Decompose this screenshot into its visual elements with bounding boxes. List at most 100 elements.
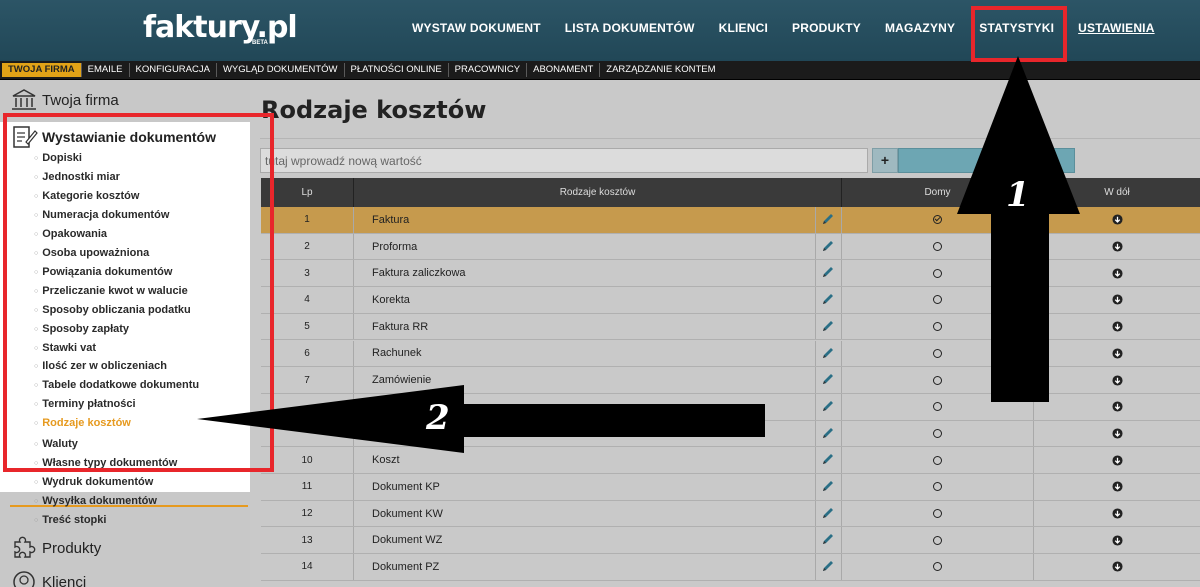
edit-pencil-icon[interactable] (821, 399, 835, 413)
sub-nav-zarzadzanie-kontem[interactable]: ZARZĄDZANIE KONTEM (600, 63, 721, 77)
cell-separator (815, 233, 816, 260)
move-down-icon[interactable] (1111, 268, 1123, 279)
move-down-icon[interactable] (1111, 428, 1123, 439)
move-down-icon[interactable] (1111, 561, 1123, 572)
table-row[interactable]: 4 Korekta (261, 287, 1200, 314)
new-value-input[interactable] (260, 148, 868, 173)
user-icon (13, 571, 35, 587)
top-nav-produkty[interactable]: PRODUKTY (780, 0, 873, 61)
default-radio[interactable] (933, 562, 942, 572)
move-down-icon[interactable] (1111, 401, 1123, 412)
sub-nav-pracownicy[interactable]: PRACOWNICY (449, 63, 528, 77)
cell-default (842, 527, 1034, 554)
cell-move-down (1034, 421, 1200, 447)
cell-name: Faktura zaliczkowa (354, 260, 842, 287)
edit-pencil-icon[interactable] (821, 372, 835, 386)
cost-type-name: Dokument PZ (372, 560, 440, 573)
table-row[interactable]: 3 Faktura zaliczkowa (261, 260, 1200, 288)
sub-nav-konfiguracja[interactable]: KONFIGURACJA (130, 63, 217, 77)
add-button[interactable]: D (898, 148, 1075, 173)
table-row[interactable] (261, 420, 1200, 448)
puzzle-icon (14, 536, 36, 558)
default-radio[interactable] (933, 348, 942, 358)
add-plus-button[interactable]: + (872, 148, 898, 173)
cell-move-down (1034, 447, 1200, 473)
default-radio[interactable] (933, 375, 942, 385)
default-radio[interactable] (933, 482, 942, 492)
edit-pencil-icon[interactable] (821, 346, 835, 360)
sub-nav-twoja-firma[interactable]: TWOJA FIRMA (2, 63, 82, 77)
table-row[interactable]: 6 Rachunek (261, 340, 1200, 368)
table-row[interactable]: 14 Dokument PZ (261, 554, 1200, 581)
move-down-icon[interactable] (1111, 348, 1123, 359)
table-row[interactable]: 2 Proforma (261, 233, 1200, 261)
logo[interactable]: faktury.pl (143, 10, 298, 45)
table-row[interactable]: 1 Faktura (261, 207, 1200, 234)
default-radio[interactable] (933, 268, 942, 278)
sidebar-item-tresc-stopki[interactable]: Treść stopki (34, 514, 106, 526)
sub-nav-platnosci-online[interactable]: PŁATNOŚCI ONLINE (345, 63, 449, 77)
sidebar-item-wysylka-dokumentow[interactable]: Wysyłka dokumentów (34, 495, 157, 507)
header-name: Rodzaje kosztów (354, 178, 842, 207)
default-radio[interactable] (933, 322, 942, 332)
cell-lp: 14 (261, 554, 354, 580)
move-down-icon[interactable] (1111, 374, 1123, 386)
move-down-icon[interactable] (1111, 241, 1123, 252)
sidebar-section-produkty[interactable]: Produkty (10, 536, 101, 560)
table-row[interactable]: 12 Dokument KW (261, 500, 1200, 528)
top-nav-ustawienia[interactable]: USTAWIENIA (1066, 0, 1166, 61)
cell-separator (815, 447, 816, 473)
table-row[interactable]: 7 Zamówienie (261, 367, 1200, 394)
cost-type-name: Zamówienie (372, 374, 432, 387)
move-down-icon[interactable] (1111, 508, 1123, 519)
default-radio[interactable] (933, 215, 942, 225)
move-down-icon[interactable] (1111, 481, 1123, 492)
table-row[interactable]: 11 Dokument KP (261, 474, 1200, 501)
default-radio[interactable] (933, 535, 942, 545)
table-row[interactable] (261, 393, 1200, 421)
top-nav-magazyny[interactable]: MAGAZYNY (873, 0, 967, 61)
logo-beta-badge: BETA (252, 40, 268, 46)
cell-default (842, 340, 1034, 367)
move-down-icon[interactable] (1111, 214, 1123, 225)
default-radio[interactable] (933, 295, 942, 305)
edit-pencil-icon[interactable] (821, 265, 835, 279)
cost-type-name: Dokument KP (372, 480, 440, 493)
edit-pencil-icon[interactable] (821, 319, 835, 333)
sidebar-item-wydruk-dokumentow[interactable]: Wydruk dokumentów (34, 476, 153, 488)
default-radio[interactable] (933, 242, 942, 252)
edit-pencil-icon[interactable] (821, 559, 835, 573)
cell-move-down (1034, 314, 1200, 340)
edit-pencil-icon[interactable] (821, 426, 835, 440)
top-nav-wystaw-dokument[interactable]: WYSTAW DOKUMENT (400, 0, 553, 61)
default-radio[interactable] (933, 455, 942, 465)
edit-pencil-icon[interactable] (821, 479, 835, 493)
cost-type-name: Dokument WZ (372, 534, 443, 547)
table-row[interactable]: 13 Dokument WZ (261, 527, 1200, 555)
move-down-icon[interactable] (1111, 535, 1123, 546)
default-radio[interactable] (933, 509, 942, 519)
cell-default (842, 260, 1034, 287)
sub-nav-wyglad-dokumentow[interactable]: WYGLĄD DOKUMENTÓW (217, 63, 345, 77)
annotation-box-sidebar (3, 113, 274, 472)
table-row[interactable]: 10 Koszt (261, 447, 1200, 474)
move-down-icon[interactable] (1111, 455, 1123, 466)
move-down-icon[interactable] (1111, 321, 1123, 332)
sidebar-section-klienci[interactable]: Klienci (10, 570, 86, 587)
header-down: W dół (1104, 187, 1130, 198)
move-down-icon[interactable] (1111, 294, 1123, 305)
edit-pencil-icon[interactable] (821, 212, 835, 226)
edit-pencil-icon[interactable] (821, 292, 835, 306)
sub-nav-emaile[interactable]: EMAILE (82, 63, 130, 77)
sidebar-section-twoja-firma[interactable]: Twoja firma (10, 88, 119, 112)
top-nav-klienci[interactable]: KLIENCI (707, 0, 780, 61)
default-radio[interactable] (933, 402, 942, 412)
edit-pencil-icon[interactable] (821, 239, 835, 253)
default-radio[interactable] (933, 428, 942, 438)
edit-pencil-icon[interactable] (821, 506, 835, 520)
edit-pencil-icon[interactable] (821, 532, 835, 546)
edit-pencil-icon[interactable] (821, 452, 835, 466)
table-row[interactable]: 5 Faktura RR (261, 313, 1200, 341)
sub-nav-abonament[interactable]: ABONAMENT (527, 63, 601, 77)
top-nav-lista-dokumentow[interactable]: LISTA DOKUMENTÓW (553, 0, 707, 61)
